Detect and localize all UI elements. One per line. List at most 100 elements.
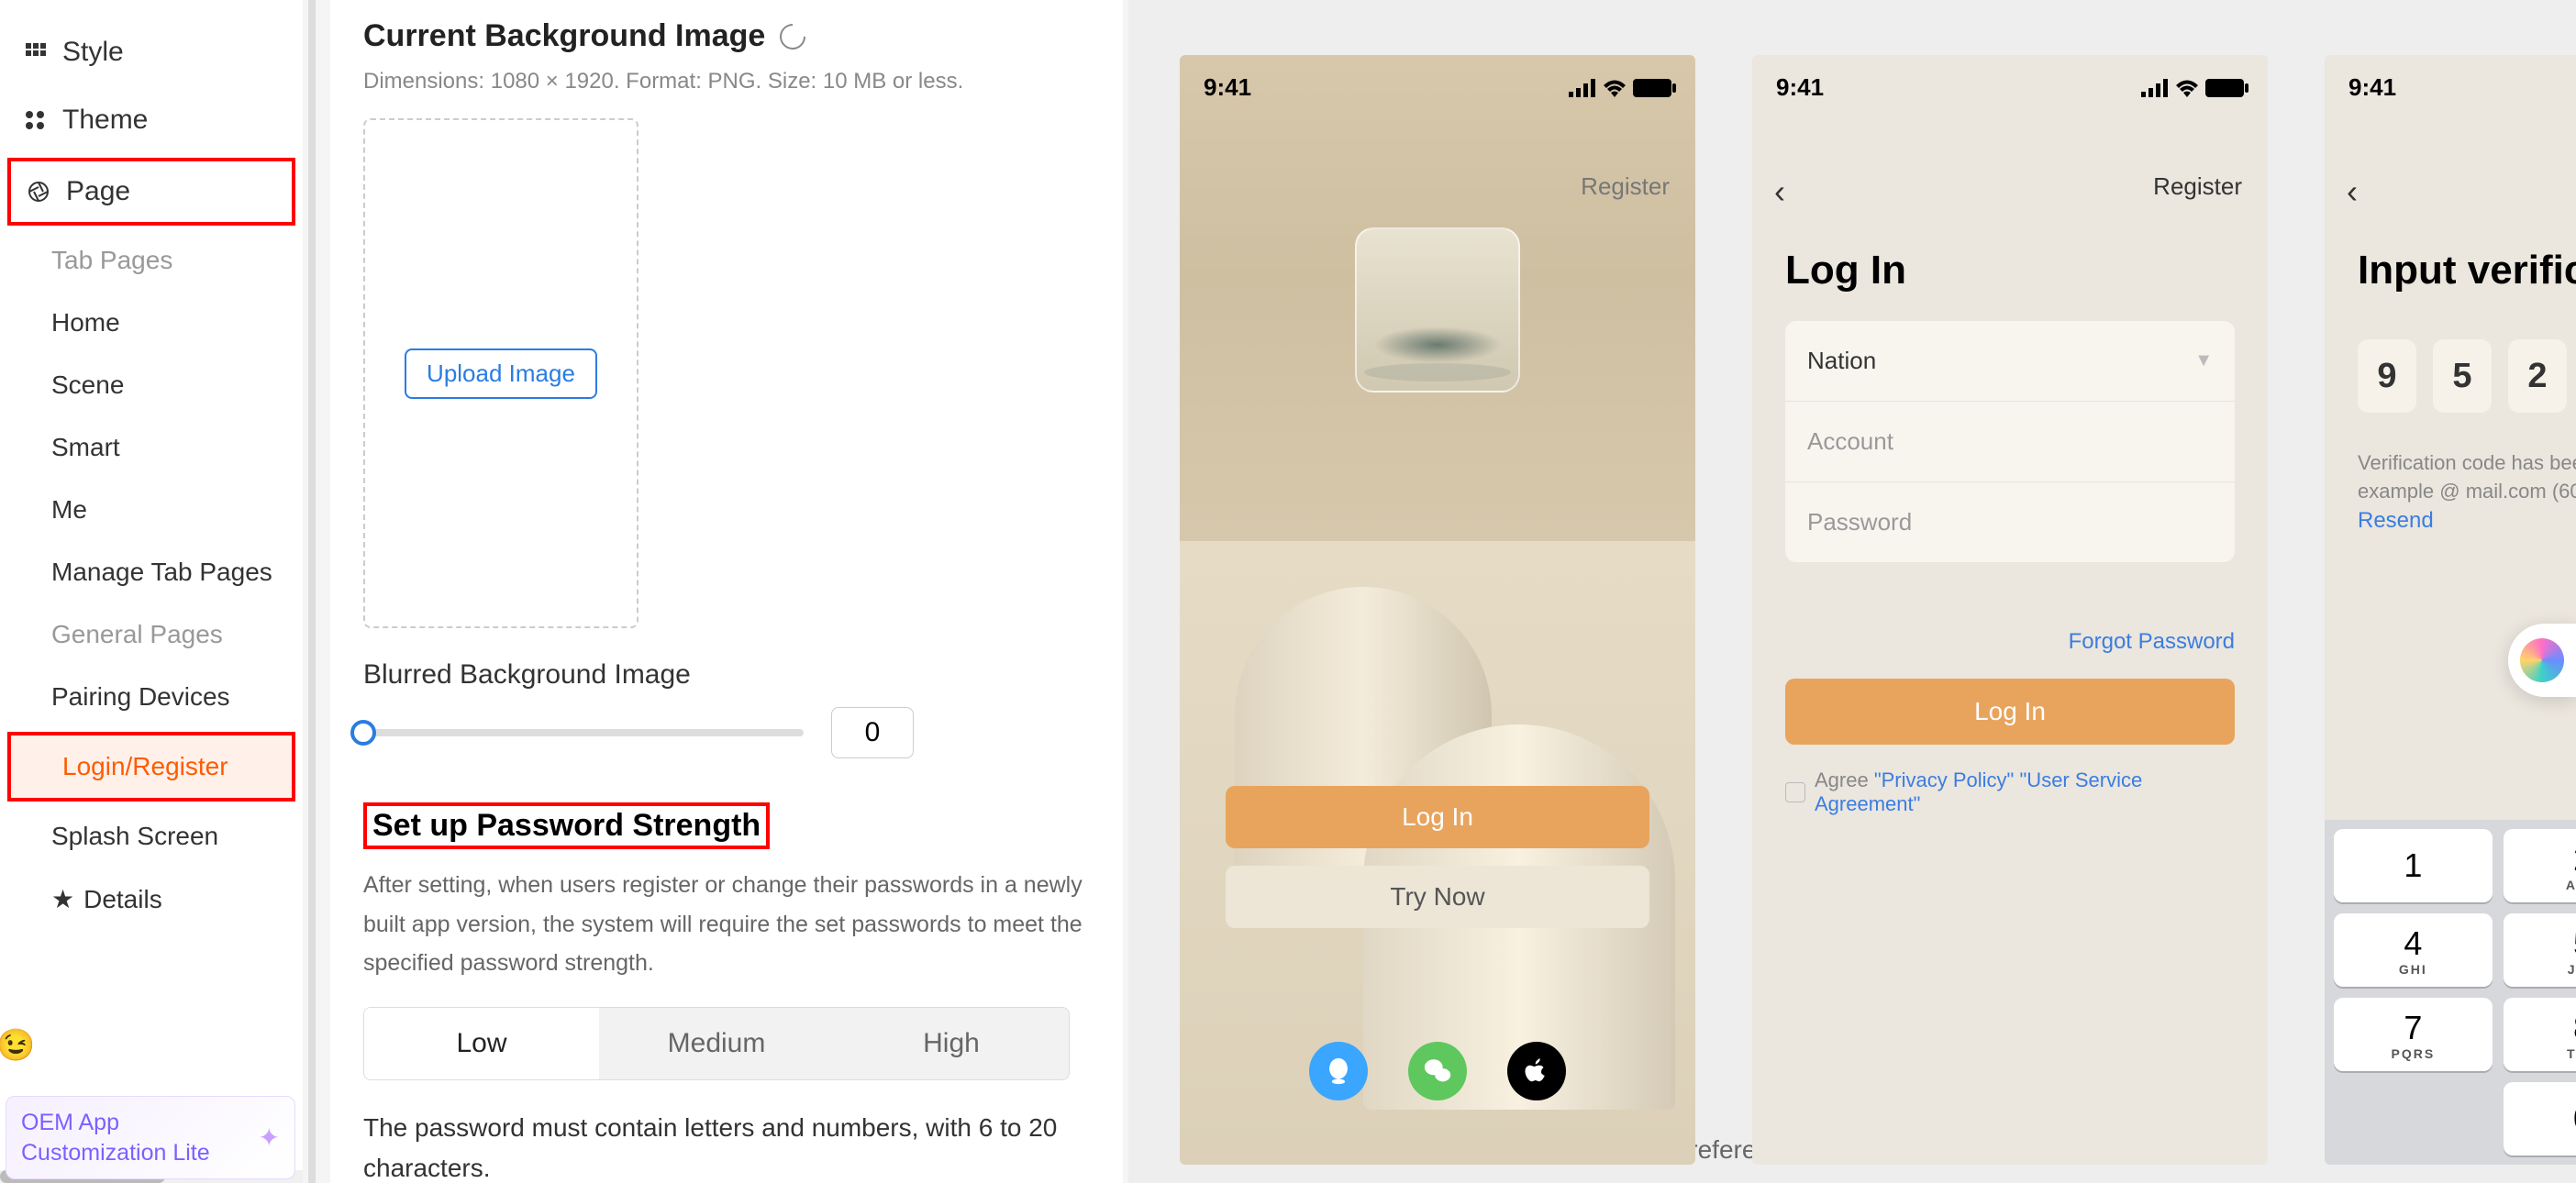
wechat-login-icon[interactable]	[1408, 1042, 1467, 1100]
seg-low[interactable]: Low	[364, 1008, 599, 1079]
app-logo-image	[1355, 227, 1520, 392]
upload-image-button[interactable]: Upload Image	[405, 348, 597, 399]
status-icons	[1569, 79, 1671, 97]
account-placeholder: Account	[1807, 427, 1893, 456]
forgot-password-link[interactable]: Forgot Password	[2069, 629, 2235, 655]
status-time: 9:41	[1776, 73, 1824, 102]
sidebar-item-pairing[interactable]: Pairing Devices	[0, 666, 303, 728]
sidebar-item-label: Page	[66, 176, 130, 207]
sidebar-item-login-register[interactable]: Login/Register	[7, 732, 295, 802]
sidebar-item-home[interactable]: Home	[0, 292, 303, 354]
key-4[interactable]: 4GHI	[2334, 913, 2493, 987]
agree-checkbox[interactable]	[1785, 782, 1805, 802]
phone-preview-landing: 9:41 Register Log In Try Now	[1180, 55, 1695, 1165]
settings-panel: Current Background Image Dimensions: 108…	[330, 0, 1123, 1183]
battery-icon	[2205, 79, 2244, 97]
plus-icon: ✦	[259, 1122, 280, 1153]
resend-link[interactable]: Resend	[2358, 508, 2434, 534]
sidebar-item-page[interactable]: Page	[7, 158, 295, 226]
palette-icon	[22, 107, 48, 133]
key-2[interactable]: 2ABC	[2504, 829, 2576, 902]
signal-icon	[2141, 79, 2169, 97]
sidebar: Style Theme Page Tab Pages Home Scene Sm…	[0, 0, 303, 1183]
sidebar-item-splash[interactable]: Splash Screen	[0, 805, 303, 868]
key-1[interactable]: 1	[2334, 829, 2493, 902]
status-time: 9:41	[1204, 73, 1251, 102]
chevron-down-icon: ▼	[2194, 350, 2213, 371]
aperture-icon	[26, 179, 51, 205]
grid-icon	[22, 39, 48, 65]
phone-preview-login-form: 9:41 ‹ Register Log In Nation ▼ Account …	[1752, 55, 2268, 1165]
blur-slider[interactable]	[363, 729, 804, 736]
sidebar-subhead-tabpages: Tab Pages	[0, 229, 303, 292]
social-login-row	[1180, 1042, 1695, 1100]
try-now-button[interactable]: Try Now	[1226, 866, 1649, 928]
star-icon: ★	[51, 884, 74, 914]
nation-label: Nation	[1807, 347, 1876, 375]
agree-row: Agree "Privacy Policy" "User Service Agr…	[1785, 768, 2235, 816]
refresh-icon[interactable]	[775, 18, 812, 55]
sidebar-item-label: Theme	[62, 105, 148, 136]
sidebar-item-details[interactable]: ★ Details	[0, 868, 303, 931]
key-blank	[2334, 1082, 2493, 1155]
blur-value[interactable]: 0	[831, 707, 914, 758]
key-8[interactable]: 8TUV	[2504, 998, 2576, 1071]
sidebar-item-smart[interactable]: Smart	[0, 416, 303, 479]
privacy-link[interactable]: "Privacy Policy"	[1874, 768, 2015, 791]
code-box-3[interactable]: 2	[2508, 339, 2567, 413]
status-bar: 9:41	[2325, 55, 2576, 109]
account-input[interactable]: Account	[1785, 402, 2235, 482]
key-5[interactable]: 5JKL	[2504, 913, 2576, 987]
apple-login-icon[interactable]	[1507, 1042, 1566, 1100]
status-icons	[2141, 79, 2244, 97]
login-form-card: Nation ▼ Account Password	[1785, 321, 2235, 562]
title-text: Current Background Image	[363, 18, 765, 54]
register-link[interactable]: Register	[2153, 172, 2242, 201]
key-0[interactable]: 0	[2504, 1082, 2576, 1155]
register-link[interactable]: Register	[1581, 172, 1670, 201]
sidebar-item-style[interactable]: Style	[0, 18, 303, 86]
sent-note: Verification code has been sent to your …	[2358, 449, 2576, 506]
agree-text: Agree "Privacy Policy" "User Service Agr…	[1815, 768, 2235, 816]
password-rule-text: The password must contain letters and nu…	[363, 1108, 1090, 1183]
blur-slider-row: 0	[363, 707, 1090, 758]
key-7[interactable]: 7PQRS	[2334, 998, 2493, 1071]
status-bar: 9:41	[1752, 55, 2268, 109]
back-icon[interactable]: ‹	[1774, 172, 1785, 211]
login-submit-button[interactable]: Log In	[1785, 679, 2235, 745]
login-button[interactable]: Log In	[1226, 786, 1649, 848]
battery-icon	[1633, 79, 1671, 97]
seg-high[interactable]: High	[834, 1008, 1069, 1079]
blur-label: Blurred Background Image	[363, 659, 1090, 691]
verify-title: Input verification code	[2358, 248, 2576, 293]
sidebar-item-label: Details	[83, 885, 162, 914]
code-inputs: 9 5 2 7 7 3	[2358, 339, 2576, 413]
promo-title: OEM App Customization Lite	[21, 1108, 259, 1167]
password-strength-desc: After setting, when users register or ch…	[363, 866, 1090, 983]
code-box-2[interactable]: 5	[2433, 339, 2492, 413]
seg-medium[interactable]: Medium	[599, 1008, 834, 1079]
wifi-icon	[1602, 79, 1627, 97]
back-icon[interactable]: ‹	[2347, 172, 2358, 211]
vertical-separator	[308, 0, 316, 1183]
status-bar: 9:41	[1180, 55, 1695, 109]
sidebar-subhead-general: General Pages	[0, 603, 303, 666]
qq-login-icon[interactable]	[1309, 1042, 1368, 1100]
sidebar-item-scene[interactable]: Scene	[0, 354, 303, 416]
numeric-keypad: 1 2ABC 3DEF 4GHI 5JKL 6MNO 7PQRS 8TUV 9W…	[2325, 820, 2576, 1165]
sidebar-item-label: Style	[62, 37, 124, 68]
sidebar-item-manage-tab[interactable]: Manage Tab Pages	[0, 541, 303, 603]
sidebar-item-theme[interactable]: Theme	[0, 86, 303, 154]
signal-icon	[1569, 79, 1596, 97]
upload-dropzone[interactable]: Upload Image	[363, 118, 638, 628]
slider-thumb[interactable]	[350, 720, 376, 746]
sidebar-item-me[interactable]: Me	[0, 479, 303, 541]
bg-dimensions-note: Dimensions: 1080 × 1920. Format: PNG. Si…	[363, 69, 1090, 94]
promo-card[interactable]: OEM App Customization Lite ✦	[6, 1096, 295, 1179]
nation-select[interactable]: Nation ▼	[1785, 321, 2235, 402]
code-box-1[interactable]: 9	[2358, 339, 2416, 413]
password-input[interactable]: Password	[1785, 482, 2235, 562]
floating-assistant-button[interactable]	[2508, 624, 2576, 697]
preview-area: The image is only for reference. The act…	[1128, 0, 2576, 1183]
phone-preview-verify: 9:41 ‹ Input verification code 9 5 2 7 7…	[2325, 55, 2576, 1165]
